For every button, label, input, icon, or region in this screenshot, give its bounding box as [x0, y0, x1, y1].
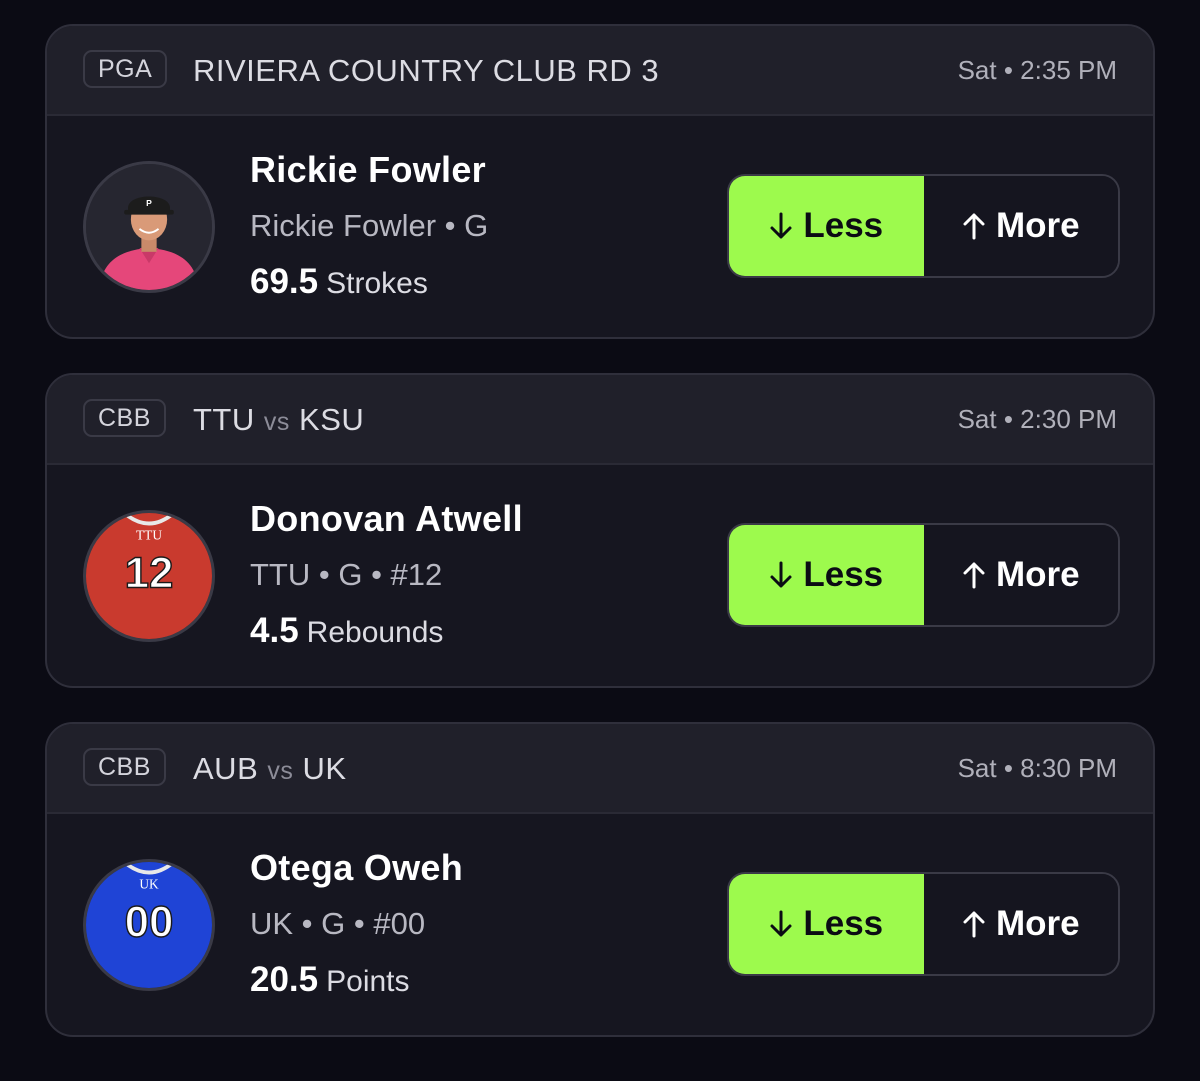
event-name: RIVIERA COUNTRY CLUB RD 3 [193, 53, 660, 88]
more-label: More [995, 555, 1080, 594]
less-label: Less [803, 555, 884, 594]
player-meta: Rickie Fowler • G [250, 208, 489, 243]
team-1: AUB [193, 751, 259, 786]
projection-card: PGA RIVIERA COUNTRY CLUB RD 3 Sat • 2:35… [45, 24, 1155, 339]
stat-line: 20.5 Points [250, 958, 410, 1009]
player-avatar: P [83, 161, 215, 293]
arrow-up-icon [962, 909, 986, 939]
arrow-up-icon [962, 560, 986, 590]
event-title: RIVIERA COUNTRY CLUB RD 3 [193, 50, 659, 92]
stat-line: 69.5 Strokes [250, 260, 428, 311]
game-time: Sat • 8:30 PM [957, 753, 1117, 783]
less-label: Less [803, 206, 884, 245]
arrow-down-icon [769, 211, 793, 241]
jersey-icon: UK 00 [86, 862, 212, 988]
more-button[interactable]: More [923, 525, 1118, 625]
game-time: Sat • 2:35 PM [957, 55, 1117, 85]
matchup-title: AUB vs UK [193, 748, 347, 792]
league-badge: CBB [83, 748, 166, 786]
player-name: Rickie Fowler [250, 149, 486, 190]
golfer-photo: P [86, 164, 212, 290]
player-avatar: UK 00 [83, 859, 215, 991]
player-name: Otega Oweh [250, 847, 464, 888]
player-meta: UK • G • #00 [250, 906, 426, 941]
less-button[interactable]: Less [729, 525, 924, 625]
more-label: More [995, 904, 1080, 943]
arrow-down-icon [769, 560, 793, 590]
jersey-number: 00 [125, 897, 174, 946]
team-2: UK [302, 751, 347, 786]
pick-toggle: Less More [727, 523, 1120, 627]
league-badge: CBB [83, 399, 166, 437]
less-button[interactable]: Less [729, 176, 924, 276]
stat-value: 20.5 [250, 960, 319, 999]
more-button[interactable]: More [923, 874, 1118, 974]
game-time: Sat • 2:30 PM [957, 404, 1117, 434]
player-meta: TTU • G • #12 [250, 557, 443, 592]
svg-text:P: P [146, 198, 152, 208]
stat-value: 4.5 [250, 611, 299, 650]
jersey-icon: TTU 12 [86, 513, 212, 639]
stat-name: Rebounds [306, 616, 444, 649]
pick-toggle: Less More [727, 174, 1120, 278]
jersey-number: 12 [125, 548, 174, 597]
less-button[interactable]: Less [729, 874, 924, 974]
team-2: KSU [299, 402, 365, 437]
player-name: Donovan Atwell [250, 498, 523, 539]
projection-card: CBB TTU vs KSU Sat • 2:30 PM TTU 12 Dono… [45, 373, 1155, 688]
card-header: CBB AUB vs UK Sat • 8:30 PM [47, 724, 1153, 814]
projection-card: CBB AUB vs UK Sat • 8:30 PM UK 00 Otega … [45, 722, 1155, 1037]
arrow-up-icon [962, 211, 986, 241]
more-label: More [995, 206, 1080, 245]
stat-line: 4.5 Rebounds [250, 609, 443, 660]
player-avatar: TTU 12 [83, 510, 215, 642]
league-badge: PGA [83, 50, 168, 88]
card-header: PGA RIVIERA COUNTRY CLUB RD 3 Sat • 2:35… [47, 26, 1153, 116]
card-header: CBB TTU vs KSU Sat • 2:30 PM [47, 375, 1153, 465]
less-label: Less [803, 904, 884, 943]
jersey-team: UK [139, 877, 159, 892]
pick-toggle: Less More [727, 872, 1120, 976]
stat-value: 69.5 [250, 262, 319, 301]
more-button[interactable]: More [923, 176, 1118, 276]
jersey-team: TTU [136, 528, 162, 543]
vs-label: vs [267, 757, 294, 785]
vs-label: vs [263, 408, 290, 436]
arrow-down-icon [769, 909, 793, 939]
team-1: TTU [193, 402, 255, 437]
stat-name: Points [326, 965, 410, 998]
stat-name: Strokes [326, 267, 428, 300]
matchup-title: TTU vs KSU [193, 399, 364, 443]
